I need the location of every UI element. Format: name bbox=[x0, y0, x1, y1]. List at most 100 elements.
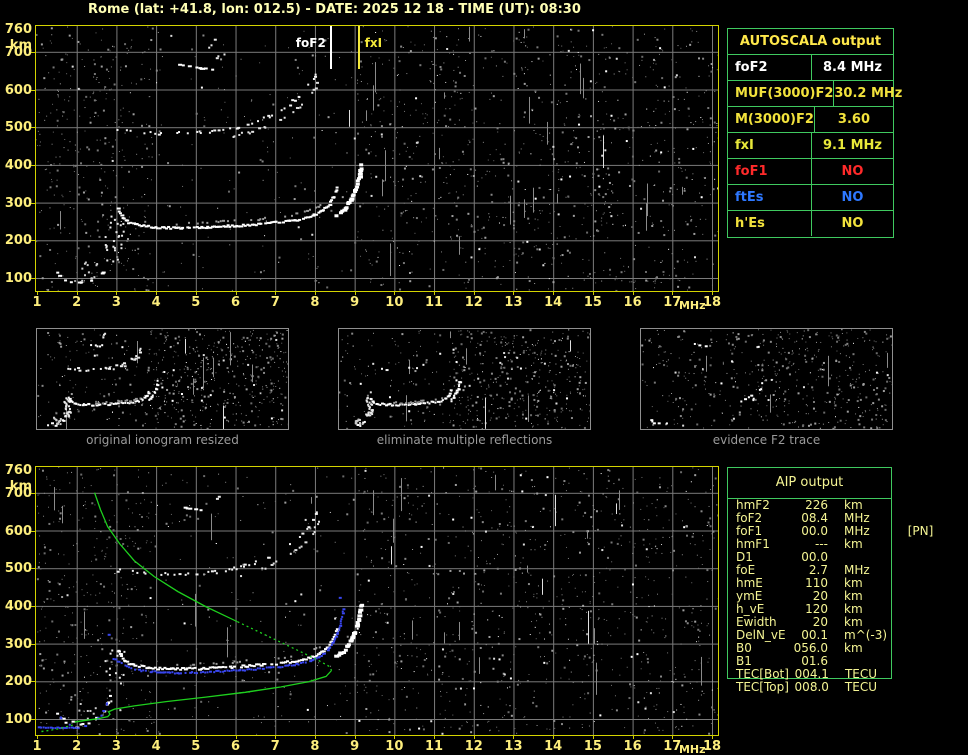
y-tick bbox=[31, 278, 35, 279]
y-tick-label: 300 bbox=[4, 636, 32, 652]
x-tick bbox=[275, 292, 277, 295]
x-tick-label: 15 bbox=[583, 739, 602, 754]
x-tick bbox=[513, 292, 515, 295]
marker-line-fxi bbox=[357, 26, 360, 69]
aip-table-header: AIP output bbox=[728, 468, 891, 499]
y-tick-label: 760 bbox=[4, 22, 32, 38]
autoscala-row-value: NO bbox=[811, 159, 893, 184]
x-tick bbox=[116, 292, 118, 295]
x-tick bbox=[156, 736, 158, 739]
x-tick bbox=[76, 292, 78, 295]
aip-row-tag: [PN] bbox=[907, 524, 934, 538]
aip-row-label: TEC[Top] bbox=[736, 680, 789, 694]
x-tick-label: 7 bbox=[270, 739, 280, 754]
x-tick-label: 5 bbox=[191, 739, 201, 754]
x-tick-label: 3 bbox=[111, 295, 121, 310]
y-axis-unit: km bbox=[9, 479, 32, 495]
x-tick-label: 14 bbox=[544, 739, 563, 754]
y-tick-label: 500 bbox=[4, 561, 32, 577]
y-tick bbox=[31, 605, 35, 607]
x-tick-label: 2 bbox=[72, 295, 82, 310]
x-tick bbox=[632, 736, 634, 739]
marker-label-fof2: foF2 bbox=[295, 36, 326, 50]
autoscala-table-rows: foF2 8.4 MHz MUF(3000)F2 30.2 MHz M(3000)F2 3… bbox=[728, 55, 902, 236]
x-tick bbox=[473, 736, 475, 739]
x-axis-unit: MHz bbox=[678, 299, 706, 312]
x-tick-label: 9 bbox=[350, 739, 360, 754]
marker-label-fxi: fxI bbox=[364, 36, 383, 50]
page-title: Rome (lat: +41.8, lon: 012.5) - DATE: 20… bbox=[88, 2, 581, 17]
y-tick bbox=[31, 240, 35, 242]
x-tick bbox=[37, 736, 38, 739]
aip-table-rows: hmF2 226 km foF2 08.4 MHz foF1 00.0 MHz [PN] hmF1-… bbox=[728, 499, 933, 694]
recorded-ionogram-canvas bbox=[35, 25, 719, 292]
y-tick-label: 200 bbox=[4, 233, 32, 249]
autoscala-row-label: fxI bbox=[735, 138, 754, 153]
y-tick-label: 400 bbox=[4, 157, 32, 173]
x-tick-label: 1 bbox=[32, 295, 42, 310]
x-tick-label: 4 bbox=[151, 739, 161, 754]
autoscala-row-value: NO bbox=[811, 211, 893, 236]
x-tick bbox=[632, 292, 634, 295]
aip-row-unit: km bbox=[844, 537, 863, 551]
x-tick bbox=[712, 292, 713, 295]
y-tick bbox=[31, 568, 35, 570]
x-tick-label: 8 bbox=[310, 295, 320, 310]
y-tick bbox=[31, 202, 35, 204]
y-tick-label: 300 bbox=[4, 195, 32, 211]
x-tick bbox=[275, 736, 277, 739]
x-tick bbox=[394, 736, 396, 739]
y-tick-label: 600 bbox=[4, 82, 32, 98]
aip-row-unit: TECU bbox=[844, 680, 877, 694]
autoscala-output-table: AUTOSCALA output foF2 8.4 MHz MUF(3000)F2 3… bbox=[727, 28, 902, 238]
x-tick-label: 4 bbox=[151, 295, 161, 310]
x-tick-label: 8 bbox=[310, 739, 320, 754]
thumbnail-caption-eliminate: eliminate multiple reflections bbox=[376, 433, 553, 447]
autoscala-row: MUF(3000)F2 30.2 MHz bbox=[728, 81, 902, 107]
autoscala-row-value: NO bbox=[811, 185, 893, 210]
autoscala-table-header: AUTOSCALA output bbox=[728, 29, 893, 55]
x-tick bbox=[354, 736, 356, 739]
x-tick bbox=[195, 736, 197, 739]
autoscala-row-label: foF1 bbox=[735, 164, 768, 179]
x-tick bbox=[434, 736, 436, 739]
x-tick bbox=[553, 292, 555, 295]
thumbnail-eliminate-reflections-canvas bbox=[338, 328, 591, 430]
autoscala-row-label: M(3000)F2 bbox=[735, 112, 814, 127]
autoscala-row-value: 8.4 MHz bbox=[811, 55, 893, 80]
autoscala-row-value: 3.60 bbox=[813, 107, 893, 132]
x-tick bbox=[592, 736, 594, 739]
x-tick-label: 14 bbox=[544, 295, 563, 310]
x-tick-label: 1 bbox=[32, 739, 42, 754]
autoscala-row-value: 9.1 MHz bbox=[811, 133, 893, 158]
x-tick bbox=[195, 292, 197, 295]
x-tick-label: 2 bbox=[72, 739, 82, 754]
x-tick bbox=[235, 292, 237, 295]
x-tick bbox=[156, 292, 158, 295]
x-tick-label: 5 bbox=[191, 295, 201, 310]
y-tick-label: 200 bbox=[4, 674, 32, 690]
thumbnail-evidence-f2-canvas bbox=[640, 328, 893, 430]
x-tick bbox=[672, 736, 674, 739]
aip-row-value: 008.0 bbox=[794, 680, 829, 694]
autoscala-row-label: h'Es bbox=[735, 216, 765, 231]
aip-row-unit: km bbox=[844, 641, 863, 655]
y-tick-label: 500 bbox=[4, 120, 32, 136]
x-axis-unit: MHz bbox=[678, 743, 706, 755]
autoscala-row: foF2 8.4 MHz bbox=[728, 55, 893, 81]
autoscala-row: h'Es NO bbox=[728, 211, 893, 236]
autoscala-screen: Rome (lat: +41.8, lon: 012.5) - DATE: 20… bbox=[0, 0, 968, 755]
x-tick-label: 11 bbox=[425, 295, 444, 310]
autoscala-row: ftEs NO bbox=[728, 185, 893, 211]
marker-line-fof2 bbox=[329, 26, 332, 69]
x-tick-label: 3 bbox=[111, 739, 121, 754]
restored-ionogram-canvas bbox=[35, 466, 719, 736]
x-tick-label: 13 bbox=[504, 739, 523, 754]
x-tick bbox=[116, 736, 118, 739]
x-tick bbox=[314, 736, 316, 739]
x-tick-label: 12 bbox=[464, 739, 483, 754]
aip-row: TEC[Top] 008.0 TECU bbox=[728, 681, 891, 694]
thumbnail-caption-original: original ionogram resized bbox=[86, 433, 239, 447]
x-tick-label: 6 bbox=[230, 295, 241, 310]
y-tick-label: 400 bbox=[4, 598, 32, 614]
